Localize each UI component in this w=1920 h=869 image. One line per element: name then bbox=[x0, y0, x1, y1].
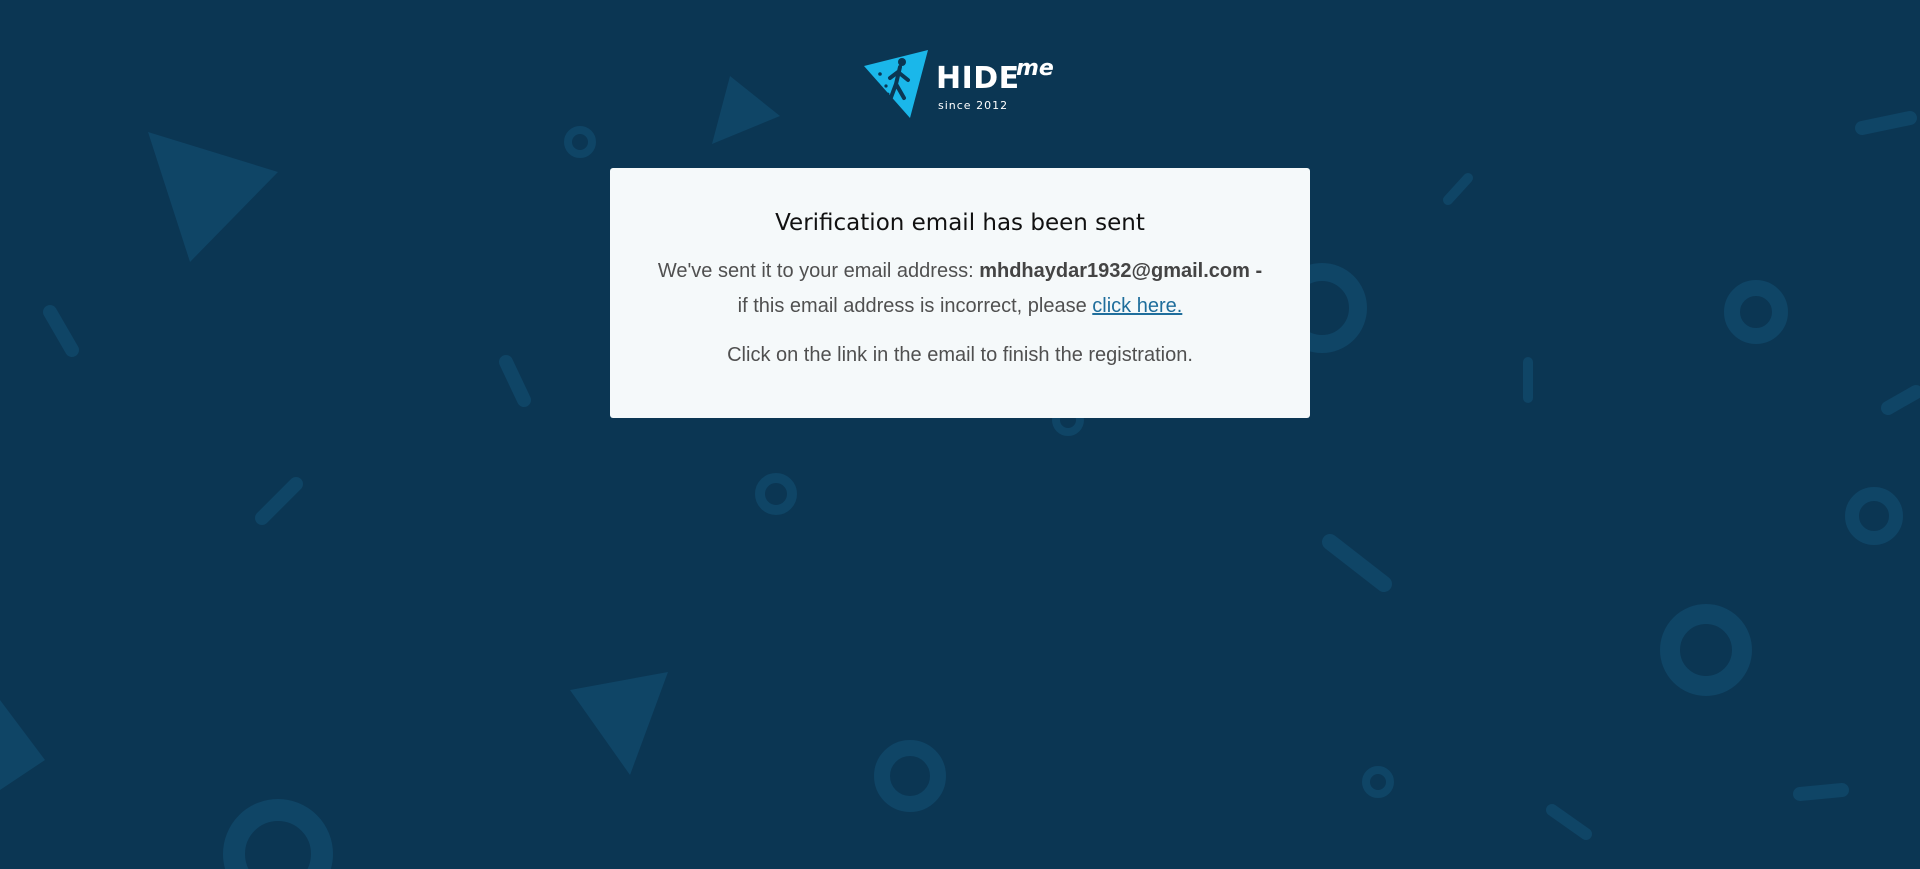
card-title: Verification email has been sent bbox=[775, 210, 1145, 236]
email-address: mhdhaydar1932@gmail.com bbox=[979, 260, 1250, 282]
sent-prefix: We've sent it to your email address: bbox=[657, 260, 974, 282]
page: HIDE me since 2012 Verification email ha… bbox=[0, 0, 1920, 869]
email-suffix: - bbox=[1255, 260, 1263, 282]
logo-wordmark-suffix: me bbox=[1016, 56, 1054, 81]
verification-card: Verification email has been sent We've s… bbox=[610, 168, 1310, 418]
logo-wordmark: HIDE bbox=[936, 61, 1020, 96]
triangle-play-runner-icon bbox=[864, 50, 928, 118]
incorrect-prefix: if this email address is incorrect, plea… bbox=[737, 295, 1087, 317]
instructions-text: Click on the link in the email to finish… bbox=[727, 344, 1193, 366]
change-email-link[interactable]: click here. bbox=[1092, 295, 1182, 317]
background-pattern bbox=[0, 76, 1920, 869]
sent-message: We've sent it to your email address: mhd… bbox=[650, 254, 1270, 324]
hideme-logo[interactable]: HIDE me since 2012 bbox=[860, 48, 1060, 120]
logo-tagline: since 2012 bbox=[938, 99, 1009, 112]
